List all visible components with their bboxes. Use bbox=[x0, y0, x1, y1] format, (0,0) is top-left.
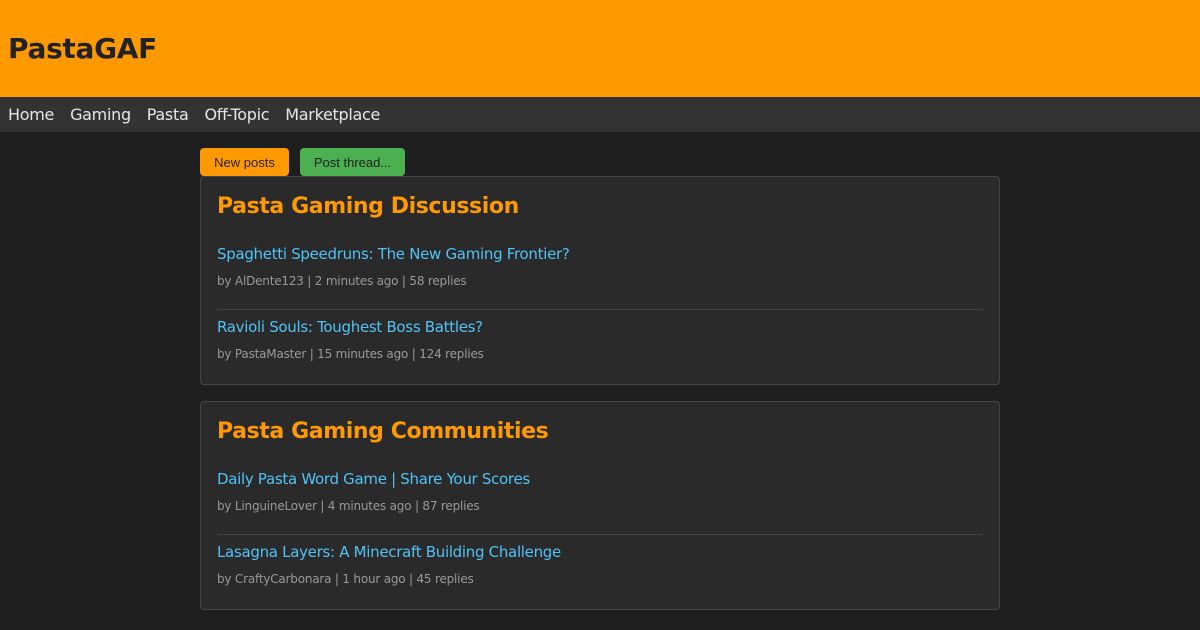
forum-section-communities: Pasta Gaming Communities Daily Pasta Wor… bbox=[200, 401, 1000, 610]
thread-title-link[interactable]: Spaghetti Speedruns: The New Gaming Fron… bbox=[217, 244, 983, 264]
thread-meta: by AlDente123 | 2 minutes ago | 58 repli… bbox=[217, 274, 467, 288]
site-header: PastaGAF bbox=[0, 0, 1200, 97]
thread-item: Ravioli Souls: Toughest Boss Battles? by… bbox=[217, 309, 983, 384]
new-posts-button[interactable]: New posts bbox=[200, 148, 289, 176]
thread-meta: by CraftyCarbonara | 1 hour ago | 45 rep… bbox=[217, 572, 474, 586]
nav-item-off-topic[interactable]: Off-Topic bbox=[204, 105, 269, 124]
nav-item-marketplace[interactable]: Marketplace bbox=[285, 105, 380, 124]
thread-item: Daily Pasta Word Game | Share Your Score… bbox=[217, 469, 983, 534]
nav-item-home[interactable]: Home bbox=[8, 105, 54, 124]
forum-section-discussion: Pasta Gaming Discussion Spaghetti Speedr… bbox=[200, 176, 1000, 385]
nav-item-pasta[interactable]: Pasta bbox=[147, 105, 189, 124]
nav-item-gaming[interactable]: Gaming bbox=[70, 105, 131, 124]
thread-title-link[interactable]: Daily Pasta Word Game | Share Your Score… bbox=[217, 469, 983, 489]
post-thread-button[interactable]: Post thread... bbox=[300, 148, 405, 176]
thread-item: Lasagna Layers: A Minecraft Building Cha… bbox=[217, 534, 983, 609]
thread-title-link[interactable]: Ravioli Souls: Toughest Boss Battles? bbox=[217, 317, 983, 337]
site-title[interactable]: PastaGAF bbox=[8, 32, 157, 65]
thread-meta: by PastaMaster | 15 minutes ago | 124 re… bbox=[217, 347, 484, 361]
thread-meta: by LinguineLover | 4 minutes ago | 87 re… bbox=[217, 499, 480, 513]
main-content: New posts Post thread... Pasta Gaming Di… bbox=[200, 148, 1000, 610]
main-nav: Home Gaming Pasta Off-Topic Marketplace bbox=[0, 97, 1200, 132]
action-bar: New posts Post thread... bbox=[200, 148, 1000, 176]
thread-title-link[interactable]: Lasagna Layers: A Minecraft Building Cha… bbox=[217, 542, 983, 562]
section-title: Pasta Gaming Discussion bbox=[217, 194, 519, 219]
section-title: Pasta Gaming Communities bbox=[217, 419, 549, 444]
thread-item: Spaghetti Speedruns: The New Gaming Fron… bbox=[217, 244, 983, 309]
